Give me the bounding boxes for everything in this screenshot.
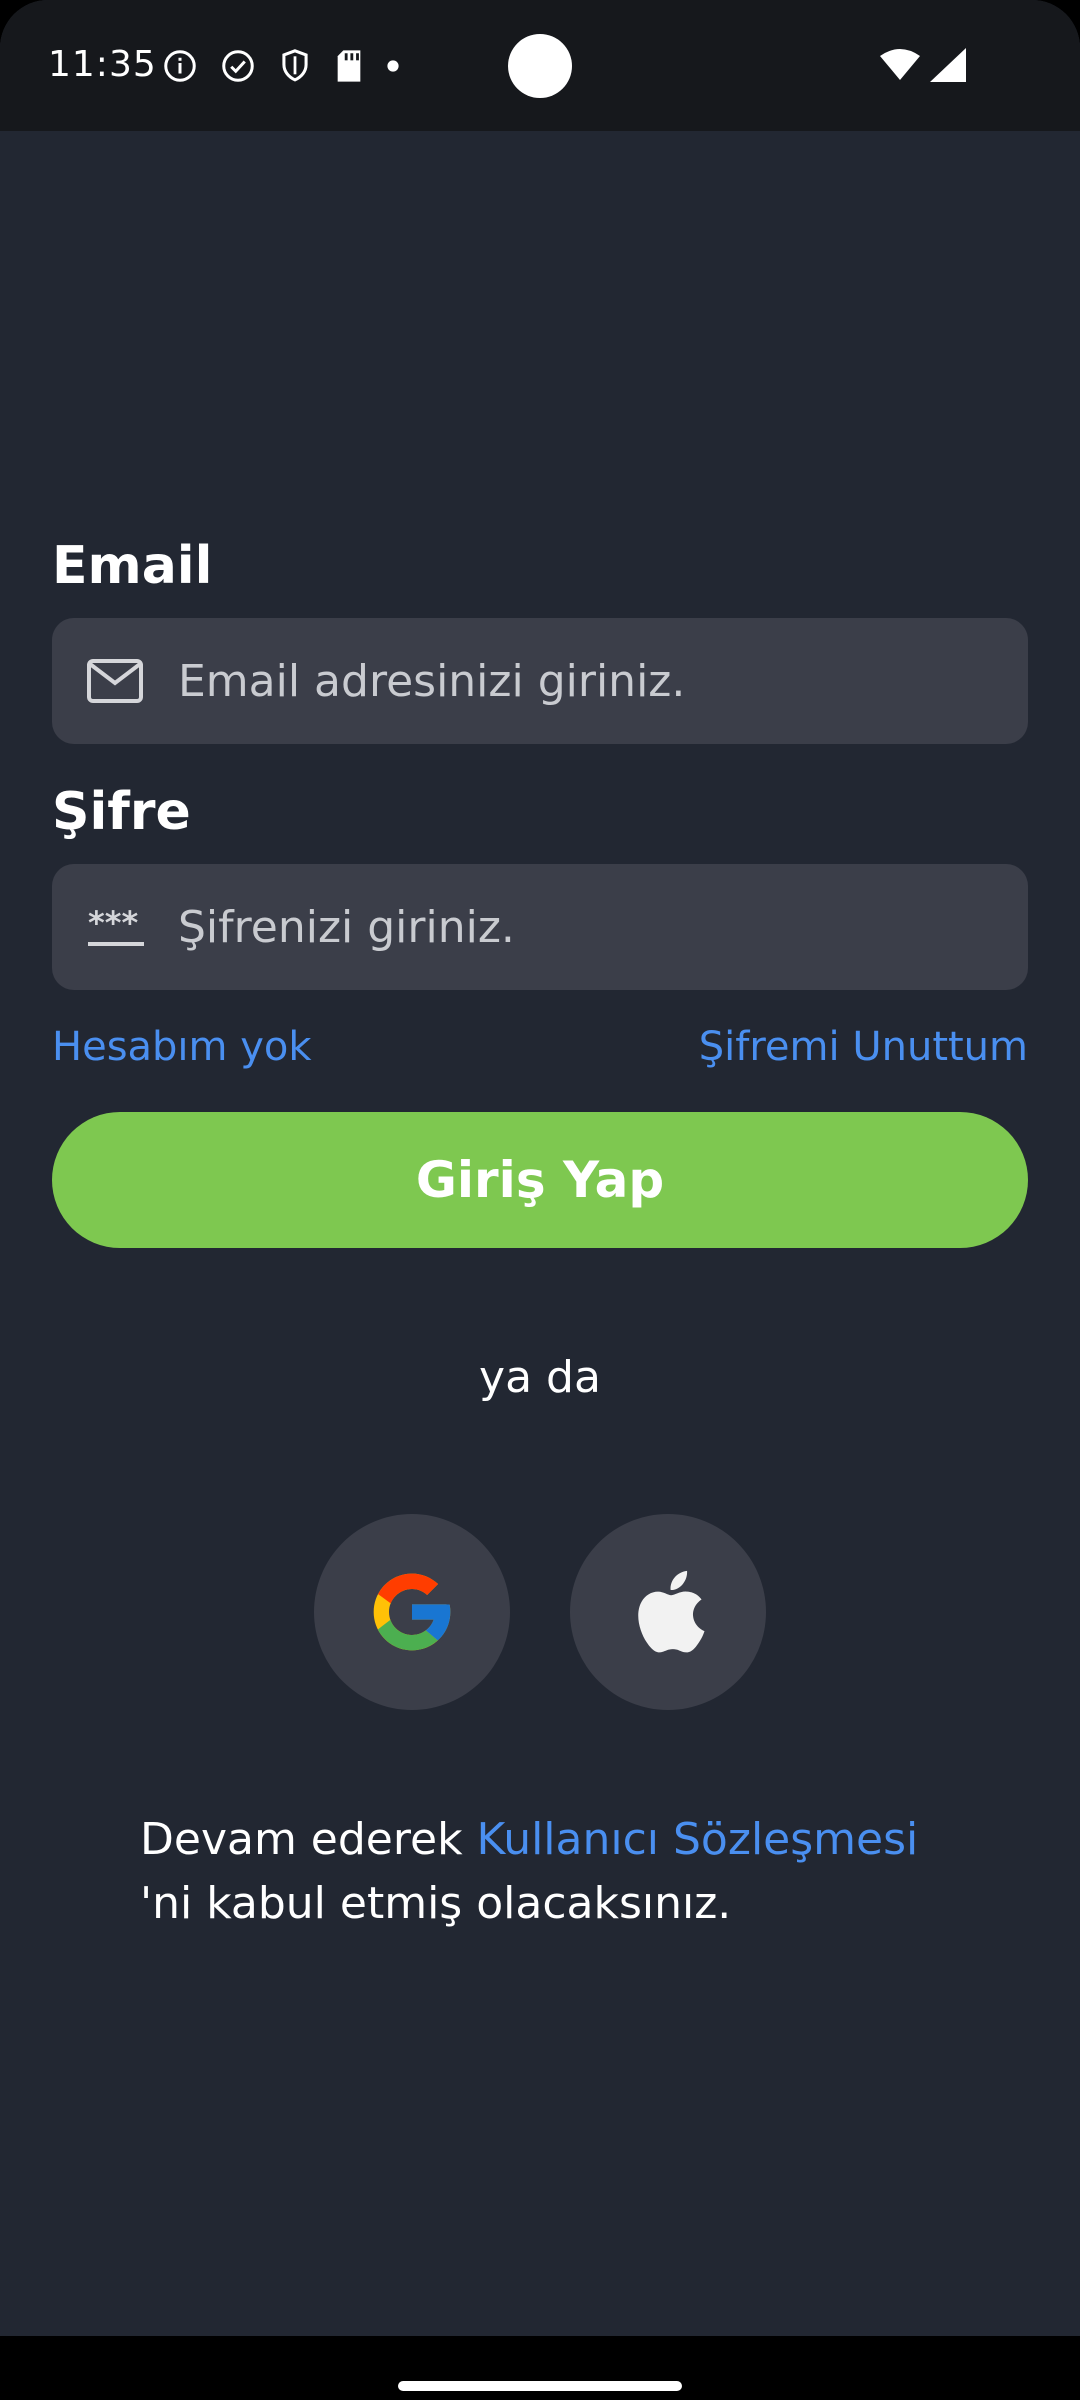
password-field-container[interactable]: *** [52,864,1028,990]
email-input[interactable] [178,618,998,744]
signal-icon [930,48,966,82]
or-divider-text: ya da [479,1352,601,1403]
terms-suffix: 'ni kabul etmiş olacaksınız. [140,1878,732,1929]
email-label: Email [52,536,213,596]
mail-icon [87,659,143,703]
forgot-password-link[interactable]: Şifremi Unuttum [699,1024,1028,1070]
status-right-icons [878,48,968,82]
shield-icon [282,49,308,82]
google-icon [373,1573,451,1651]
check-circle-icon [222,50,254,82]
status-time: 11:35 [48,44,157,85]
sd-card-icon [337,50,361,82]
login-button[interactable]: Giriş Yap [52,1112,1028,1248]
apple-icon [638,1570,705,1653]
google-signin-button[interactable] [314,1514,510,1710]
login-screen: 11:35 Email Email adresinizi giriniz. Şi… [0,0,1080,2400]
terms-notice: Devam ederek Kullanıcı Sözleşmesi 'ni ka… [140,1808,1000,1936]
dot-icon [387,60,399,72]
status-bar: 11:35 [0,0,1080,131]
password-label: Şifre [52,782,191,842]
wifi-icon [880,49,920,80]
info-icon [164,50,196,82]
camera-cutout [508,34,572,98]
password-input[interactable] [178,864,998,990]
terms-link[interactable]: Kullanıcı Sözleşmesi [477,1814,919,1865]
svg-text:***: *** [88,904,138,942]
status-icons [162,46,400,86]
password-dots-icon: *** [88,904,144,946]
email-field-container[interactable] [52,618,1028,744]
home-gesture-handle[interactable] [398,2381,682,2391]
no-account-link[interactable]: Hesabım yok [52,1024,312,1070]
apple-signin-button[interactable] [570,1514,766,1710]
terms-prefix: Devam ederek [140,1814,477,1865]
